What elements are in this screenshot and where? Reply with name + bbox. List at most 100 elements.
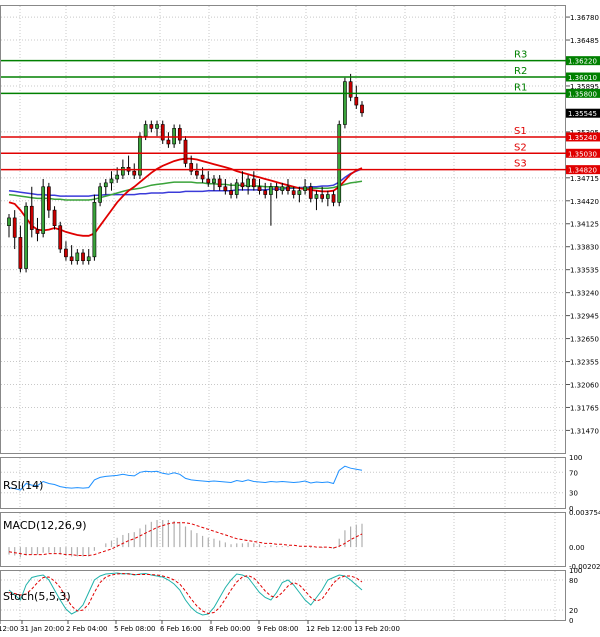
candle-bearish [81, 252, 85, 262]
candle-bearish [320, 194, 325, 199]
candle-bullish [172, 128, 176, 145]
candle-bullish [269, 186, 273, 195]
stoch-tick-label: 80 [569, 577, 578, 585]
level-price-tag-label: 1.35240 [568, 134, 597, 142]
macd-tick-label: 0.00 [569, 544, 585, 552]
candle-bearish [331, 194, 336, 203]
level-label-s2: S2 [514, 142, 527, 153]
candle-bearish [308, 186, 313, 199]
price-tick-label: 1.34125 [570, 221, 599, 229]
candle-bullish [297, 190, 302, 195]
level-price-tag-label: 1.34820 [568, 167, 597, 175]
macd-tick-label: 0.003754 [569, 509, 600, 517]
candle-bearish [177, 128, 182, 141]
price-tick-label: 1.34420 [570, 198, 599, 206]
candle-bullish [75, 252, 80, 262]
price-tick-label: 1.32650 [570, 336, 599, 344]
rsi-tick-label: 30 [569, 490, 578, 498]
candle-bearish [64, 248, 68, 258]
candle-bearish [251, 178, 256, 188]
candle-bullish [121, 167, 125, 176]
candle-bearish [229, 190, 233, 195]
candle-bullish [234, 182, 239, 195]
candle-bullish [343, 81, 347, 125]
rsi-tick-label: 70 [569, 469, 578, 477]
level-label-s1: S1 [514, 126, 527, 137]
candle-bullish [92, 202, 97, 258]
candle-bearish [206, 178, 211, 184]
price-tick-label: 1.36485 [570, 37, 599, 45]
stoch-tick-label: 20 [569, 607, 578, 615]
candle-bullish [86, 256, 91, 262]
candle-bullish [303, 186, 307, 191]
price-tick-label: 1.33240 [570, 290, 599, 298]
rsi-label: RSI(14) [3, 479, 43, 492]
time-tick-label: 6 Feb 16:00 [160, 625, 201, 633]
price-tick-label: 1.32060 [570, 381, 599, 389]
price-tick-label: 1.32355 [570, 359, 599, 367]
candle-bearish [12, 217, 17, 238]
stoch-label: Stoch(5,5,3) [3, 590, 71, 603]
candle-bullish [109, 178, 114, 184]
candle-bearish [240, 182, 245, 188]
candle-bearish [257, 186, 262, 191]
candle-bearish [360, 104, 364, 114]
candle-bullish [41, 186, 46, 234]
candle-bearish [183, 139, 188, 164]
current-price-label: 1.35545 [568, 110, 597, 118]
level-label-r1: R1 [514, 82, 527, 93]
level-label-r2: R2 [514, 66, 527, 77]
candle-bullish [155, 124, 159, 129]
time-tick-label: 31 Jan 20:00 [20, 625, 64, 633]
candle-bearish [29, 205, 34, 230]
stoch-tick-label: 100 [569, 567, 582, 575]
candle-bearish [58, 225, 63, 250]
candle-bearish [291, 190, 296, 195]
price-tick-label: 1.33830 [570, 244, 599, 252]
forex-chart: 1.367801.364851.358951.353051.347151.344… [0, 0, 600, 635]
candle-bearish [18, 237, 23, 269]
candle-bullish [280, 186, 285, 191]
candle-bearish [46, 186, 51, 211]
price-tick-label: 1.36780 [570, 14, 599, 22]
time-tick-label: 12 Feb 12:00 [306, 625, 352, 633]
candle-bearish [52, 209, 57, 226]
candle-bullish [103, 182, 108, 188]
price-tick-label: 1.34715 [570, 175, 599, 183]
candle-bullish [143, 124, 148, 137]
candle-bearish [160, 124, 165, 141]
candle-bullish [325, 194, 330, 199]
level-label-r3: R3 [514, 50, 527, 61]
candle-bearish [274, 186, 279, 191]
candle-bullish [314, 194, 319, 199]
level-label-s3: S3 [514, 159, 527, 170]
candle-bullish [7, 217, 11, 226]
time-tick-label: 2 Feb 04:00 [66, 625, 107, 633]
candle-bullish [246, 178, 250, 188]
time-tick-label: 13 Feb 20:00 [354, 625, 400, 633]
stoch-tick-label: 0 [569, 617, 573, 625]
candle-bearish [217, 178, 222, 188]
candle-bearish [354, 96, 359, 106]
level-price-tag-label: 1.36010 [568, 74, 597, 82]
price-tick-label: 1.31470 [570, 427, 599, 435]
candle-bearish [69, 256, 74, 262]
time-tick-label: 12:00 [0, 625, 18, 633]
price-tick-label: 1.31765 [570, 404, 599, 412]
chart-background [0, 0, 600, 635]
candle-bullish [24, 205, 28, 269]
level-price-tag-label: 1.35030 [568, 150, 597, 158]
candle-bearish [195, 170, 199, 176]
time-tick-label: 5 Feb 08:00 [114, 625, 155, 633]
candle-bearish [149, 124, 154, 129]
candle-bearish [166, 139, 171, 145]
price-tick-label: 1.33535 [570, 267, 599, 275]
candle-bearish [223, 186, 228, 191]
candle-bullish [115, 174, 120, 180]
chart-canvas: 1.367801.364851.358951.353051.347151.344… [0, 0, 600, 635]
time-tick-label: 9 Feb 08:00 [257, 625, 298, 633]
price-tick-label: 1.32945 [570, 313, 599, 321]
time-tick-label: 8 Feb 00:00 [209, 625, 250, 633]
macd-label: MACD(12,26,9) [3, 519, 87, 532]
candle-bullish [212, 178, 216, 184]
